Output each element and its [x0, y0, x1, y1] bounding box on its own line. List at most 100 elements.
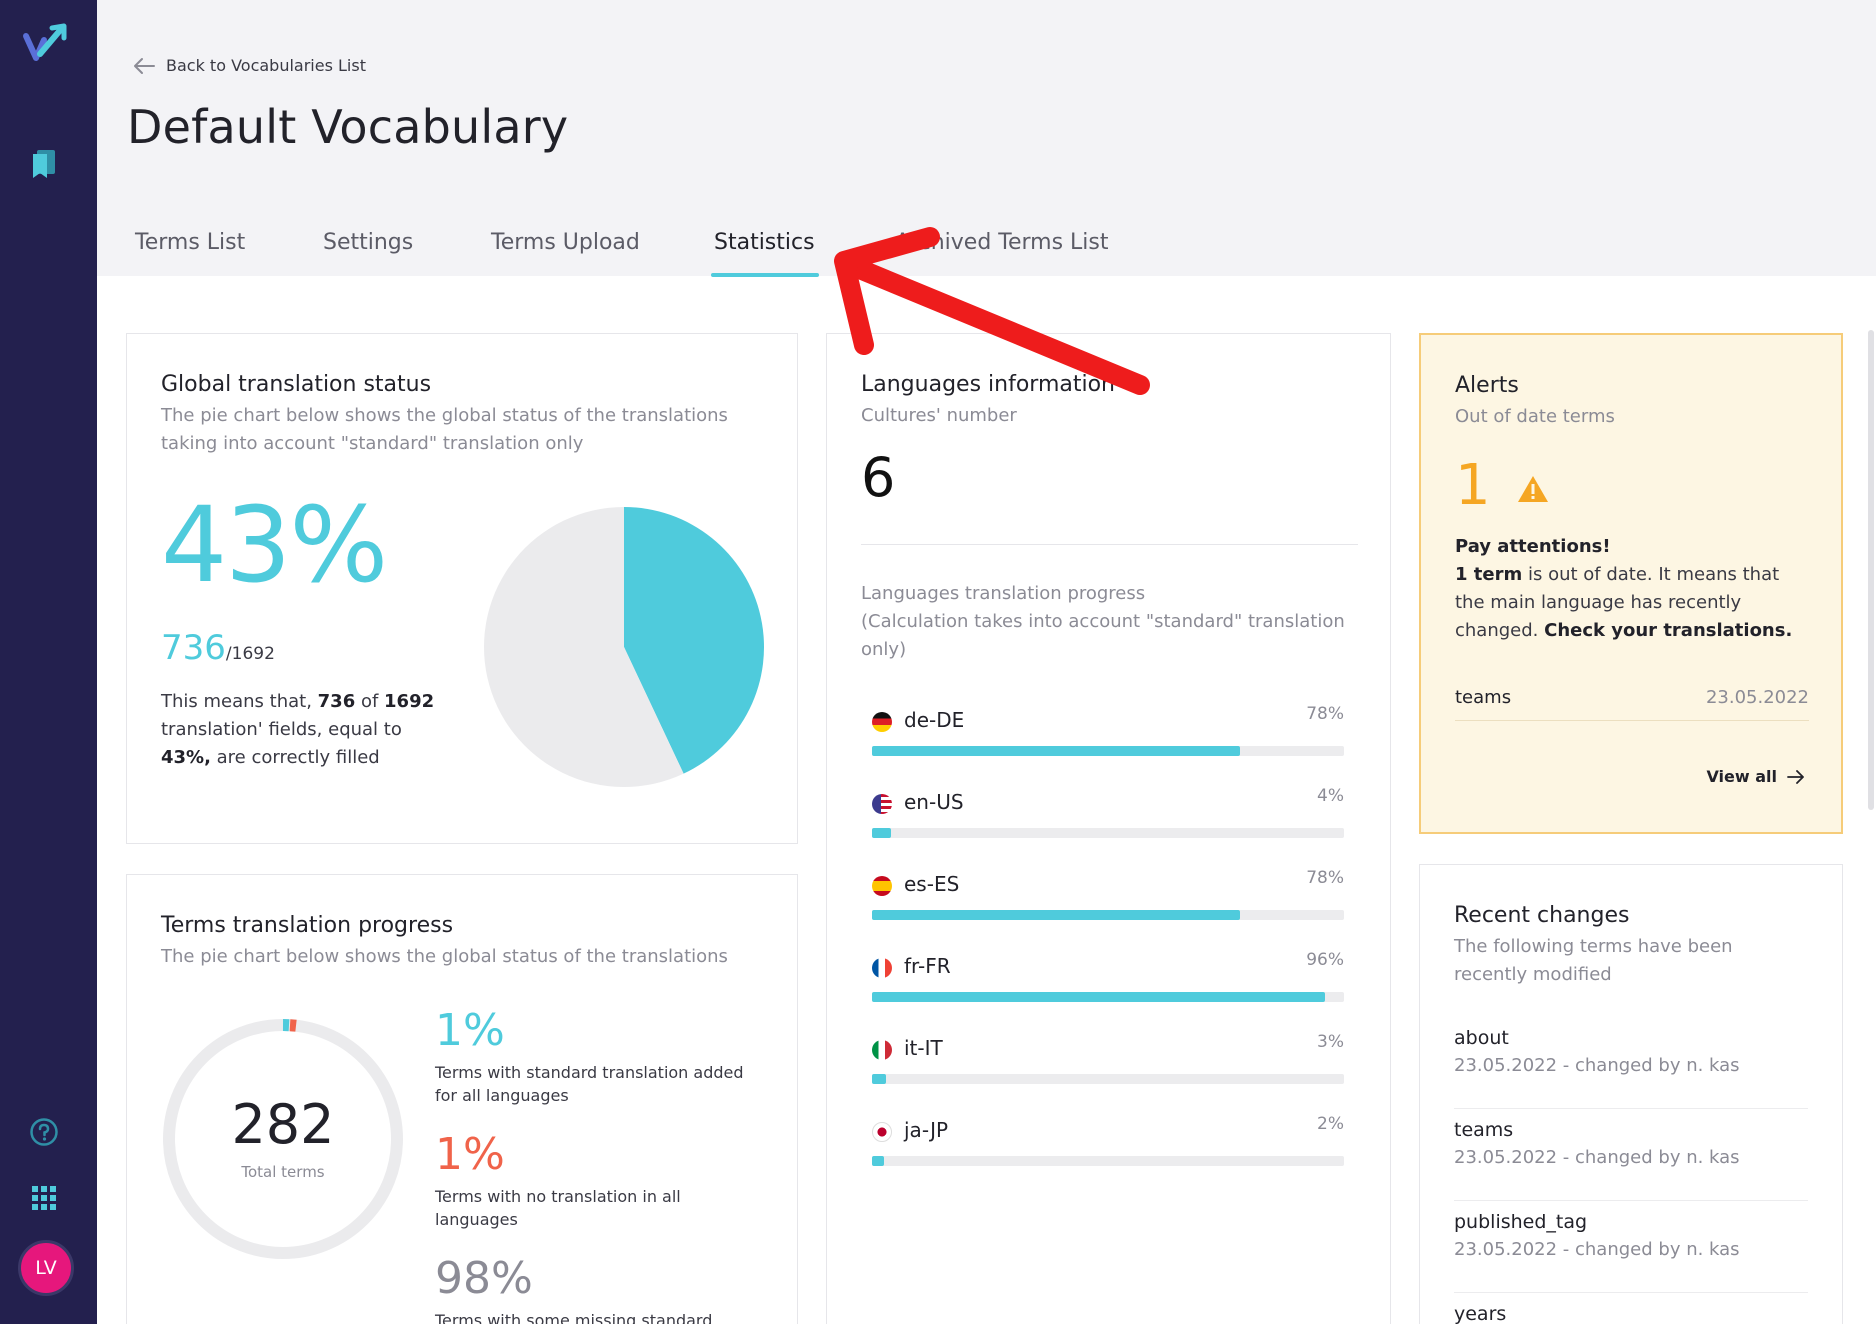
language-progress-bar: [872, 910, 1344, 920]
languages-information-card: Languages information Cultures' number 6…: [826, 333, 1391, 1324]
tab-statistics[interactable]: Statistics: [714, 230, 815, 255]
language-code: it-IT: [904, 1036, 943, 1060]
language-progress-fill: [872, 1156, 884, 1166]
total-terms-label: Total terms: [241, 1163, 325, 1181]
view-all-label: View all: [1706, 767, 1777, 786]
language-progress-bar: [872, 828, 1344, 838]
card-title: Languages information: [861, 372, 1115, 397]
scrollbar[interactable]: [1868, 330, 1874, 810]
legend-text: Terms with some missing standard: [435, 1311, 713, 1324]
language-code: es-ES: [904, 872, 960, 896]
change-meta: 23.05.2022 - changed by n. kas: [1454, 1239, 1740, 1260]
arrow-right-icon: [1787, 769, 1804, 784]
global-status-pie-chart: [484, 507, 764, 787]
germany-flag-icon: [872, 712, 892, 732]
language-code: en-US: [904, 790, 964, 814]
language-row-it-it: it-IT 3%: [872, 1032, 1344, 1086]
language-code: ja-JP: [904, 1118, 949, 1142]
change-meta: 23.05.2022 - changed by n. kas: [1454, 1055, 1740, 1076]
vocabulary-icon[interactable]: [28, 148, 60, 180]
language-progress-fill: [872, 910, 1241, 920]
language-progress-fill: [872, 828, 891, 838]
alert-count: 1: [1455, 453, 1550, 518]
language-progress-fill: [872, 1074, 887, 1084]
card-subtitle: The pie chart below shows the global sta…: [161, 946, 728, 967]
term-name: teams: [1454, 1119, 1514, 1141]
tab-terms-upload[interactable]: Terms Upload: [491, 230, 640, 255]
language-code: fr-FR: [904, 954, 951, 978]
spain-flag-icon: [872, 876, 892, 896]
tab-archived-terms-list[interactable]: Archived Terms List: [895, 230, 1109, 255]
language-progress-bar: [872, 746, 1344, 756]
card-title: Global translation status: [161, 372, 432, 397]
terms-translation-progress-card: Terms translation progress The pie chart…: [126, 874, 798, 1324]
help-icon[interactable]: [28, 1116, 60, 1148]
tab-settings[interactable]: Settings: [323, 230, 413, 255]
term-date: 23.05.2022: [1705, 687, 1809, 708]
recent-change-item[interactable]: years: [1454, 1293, 1808, 1324]
card-title: Terms translation progress: [161, 913, 454, 938]
language-row-es-es: es-ES 78%: [872, 868, 1344, 922]
alerts-card: Alerts Out of date terms 1 Pay attention…: [1419, 333, 1843, 834]
card-subtitle: The pie chart below shows the global sta…: [161, 405, 728, 426]
france-flag-icon: [872, 958, 892, 978]
arrow-left-icon: [134, 57, 155, 74]
active-tab-indicator: [711, 273, 819, 277]
card-title: Recent changes: [1454, 903, 1630, 928]
legend-percent: 1%: [435, 1129, 505, 1180]
recent-change-item[interactable]: published_tag 23.05.2022 - changed by n.…: [1454, 1201, 1808, 1293]
alert-message: Pay attentions! 1 term is out of date. I…: [1455, 536, 1793, 641]
language-progress-bar: [872, 1156, 1344, 1166]
language-progress-bar: [872, 1074, 1344, 1084]
language-row-de-de: de-DE 78%: [872, 704, 1344, 758]
language-percent: 4%: [1317, 786, 1344, 806]
change-meta: 23.05.2022 - changed by n. kas: [1454, 1147, 1740, 1168]
legend-text: Terms with no translation in all language…: [435, 1187, 681, 1229]
card-title: Alerts: [1455, 373, 1519, 398]
term-name: published_tag: [1454, 1211, 1588, 1233]
divider: [861, 544, 1358, 545]
language-percent: 96%: [1306, 950, 1344, 970]
language-percent: 3%: [1317, 1032, 1344, 1052]
card-subtitle: recently modified: [1454, 964, 1612, 985]
global-translation-status-card: Global translation status The pie chart …: [126, 333, 798, 844]
language-progress-bar: [872, 992, 1344, 1002]
legend-percent: 1%: [435, 1005, 505, 1056]
card-subtitle: Cultures' number: [861, 405, 1017, 426]
recent-change-item[interactable]: about 23.05.2022 - changed by n. kas: [1454, 1017, 1808, 1109]
out-of-date-term-row[interactable]: teams 23.05.2022: [1455, 687, 1809, 721]
total-terms-count: 282: [231, 1093, 335, 1156]
card-subtitle: Out of date terms: [1455, 406, 1615, 427]
filled-ratio: 736/1692: [161, 628, 275, 668]
progress-caption: Languages translation progress: [861, 583, 1146, 604]
page-title: Default Vocabulary: [127, 100, 569, 154]
view-all-link[interactable]: View all: [1706, 767, 1805, 786]
tab-terms-list[interactable]: Terms List: [135, 230, 245, 255]
language-percent: 2%: [1317, 1114, 1344, 1134]
avatar[interactable]: LV: [18, 1240, 74, 1296]
language-row-en-us: en-US 4%: [872, 786, 1344, 840]
language-row-fr-fr: fr-FR 96%: [872, 950, 1344, 1004]
language-progress-fill: [872, 992, 1326, 1002]
back-link[interactable]: Back to Vocabularies List: [132, 56, 366, 75]
back-link-label: Back to Vocabularies List: [166, 56, 366, 75]
card-subtitle: The following terms have been: [1454, 936, 1733, 957]
global-status-description: This means that, 736 of 1692 translation…: [161, 691, 435, 768]
logo-icon[interactable]: [22, 22, 70, 66]
italy-flag-icon: [872, 1040, 892, 1060]
language-row-ja-jp: ja-JP 2%: [872, 1114, 1344, 1168]
progress-caption: (Calculation takes into account "standar…: [861, 611, 1345, 632]
progress-caption: only): [861, 639, 907, 660]
apps-grid-icon[interactable]: [28, 1182, 60, 1214]
term-name: about: [1454, 1027, 1509, 1049]
language-percent: 78%: [1306, 704, 1344, 724]
warning-icon: [1518, 475, 1549, 502]
language-progress-fill: [872, 746, 1241, 756]
card-subtitle: taking into account "standard" translati…: [161, 433, 584, 454]
page-header: Back to Vocabularies List Default Vocabu…: [97, 0, 1876, 277]
recent-changes-card: Recent changes The following terms have …: [1419, 864, 1843, 1324]
legend-text: Terms with standard translation added for…: [435, 1063, 744, 1105]
cultures-count: 6: [861, 446, 896, 509]
usa-flag-icon: [872, 794, 892, 814]
recent-change-item[interactable]: teams 23.05.2022 - changed by n. kas: [1454, 1109, 1808, 1201]
